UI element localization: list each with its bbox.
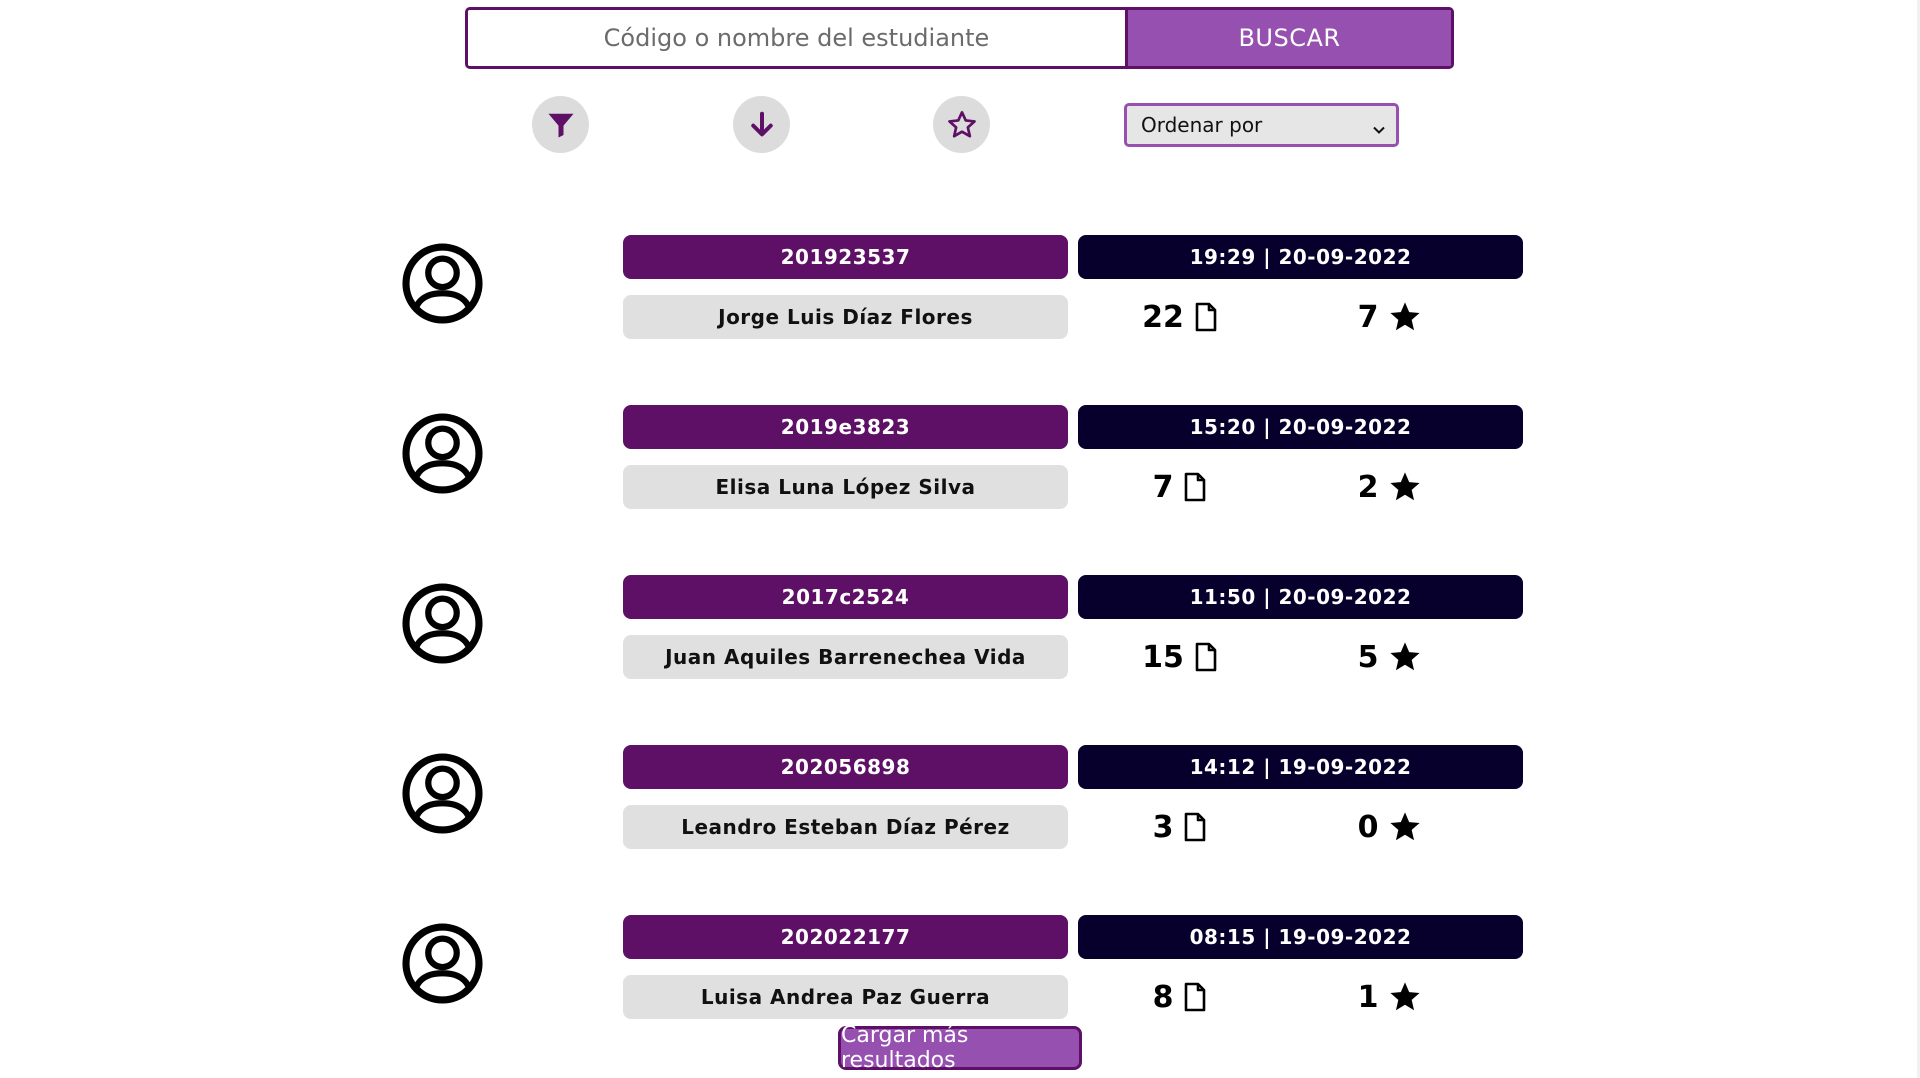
star-count: 1 (1310, 975, 1470, 1019)
user-avatar-icon (398, 239, 487, 328)
document-icon (1194, 642, 1218, 672)
star-count: 2 (1310, 465, 1470, 509)
star-icon (1388, 641, 1422, 673)
search-button[interactable]: BUSCAR (1128, 10, 1451, 66)
student-code: 2019e3823 (623, 405, 1068, 449)
student-name[interactable]: Juan Aquiles Barrenechea Vida (623, 635, 1068, 679)
student-code: 2017c2524 (623, 575, 1068, 619)
student-datetime: 15:20 | 20-09-2022 (1078, 405, 1523, 449)
arrow-down-icon (747, 110, 777, 140)
filter-button[interactable] (532, 96, 589, 153)
document-count: 8 (1110, 975, 1250, 1019)
user-avatar-icon (398, 749, 487, 838)
star-icon (1388, 471, 1422, 503)
student-code: 202022177 (623, 915, 1068, 959)
star-count-value: 7 (1357, 299, 1379, 335)
star-count: 0 (1310, 805, 1470, 849)
user-avatar-icon (398, 409, 487, 498)
student-datetime: 19:29 | 20-09-2022 (1078, 235, 1523, 279)
star-icon (1388, 981, 1422, 1013)
document-count: 15 (1110, 635, 1250, 679)
star-icon (1388, 301, 1422, 333)
sort-direction-button[interactable] (733, 96, 790, 153)
student-code: 202056898 (623, 745, 1068, 789)
favorites-button[interactable] (933, 96, 990, 153)
student-datetime: 11:50 | 20-09-2022 (1078, 575, 1523, 619)
load-more-button[interactable]: Cargar más resultados (838, 1023, 1082, 1073)
document-count-value: 3 (1152, 809, 1174, 845)
student-name[interactable]: Luisa Andrea Paz Guerra (623, 975, 1068, 1019)
student-datetime: 08:15 | 19-09-2022 (1078, 915, 1523, 959)
document-icon (1183, 982, 1207, 1012)
page: BUSCAR Ordenar por 20192 (0, 0, 1920, 1078)
star-count: 5 (1310, 635, 1470, 679)
document-count-value: 15 (1142, 639, 1184, 675)
student-name[interactable]: Leandro Esteban Díaz Pérez (623, 805, 1068, 849)
student-name[interactable]: Elisa Luna López Silva (623, 465, 1068, 509)
sort-select[interactable]: Ordenar por (1124, 103, 1399, 147)
chevron-down-icon (1372, 118, 1386, 134)
star-count-value: 5 (1357, 639, 1379, 675)
star-count-value: 1 (1357, 979, 1379, 1015)
search-bar: BUSCAR (465, 7, 1454, 69)
student-code: 201923537 (623, 235, 1068, 279)
star-count: 7 (1310, 295, 1470, 339)
document-icon (1194, 302, 1218, 332)
star-count-value: 2 (1357, 469, 1379, 505)
document-count: 7 (1110, 465, 1250, 509)
user-avatar-icon (398, 919, 487, 1008)
star-outline-icon (946, 109, 978, 141)
document-count-value: 7 (1152, 469, 1174, 505)
student-name[interactable]: Jorge Luis Díaz Flores (623, 295, 1068, 339)
document-count-value: 22 (1142, 299, 1184, 335)
document-icon (1183, 472, 1207, 502)
sort-select-label: Ordenar por (1141, 113, 1263, 137)
document-count: 3 (1110, 805, 1250, 849)
document-count: 22 (1110, 295, 1250, 339)
filter-icon (546, 110, 576, 140)
document-count-value: 8 (1152, 979, 1174, 1015)
user-avatar-icon (398, 579, 487, 668)
search-input[interactable] (468, 10, 1128, 66)
document-icon (1183, 812, 1207, 842)
star-icon (1388, 811, 1422, 843)
star-count-value: 0 (1357, 809, 1379, 845)
student-datetime: 14:12 | 19-09-2022 (1078, 745, 1523, 789)
